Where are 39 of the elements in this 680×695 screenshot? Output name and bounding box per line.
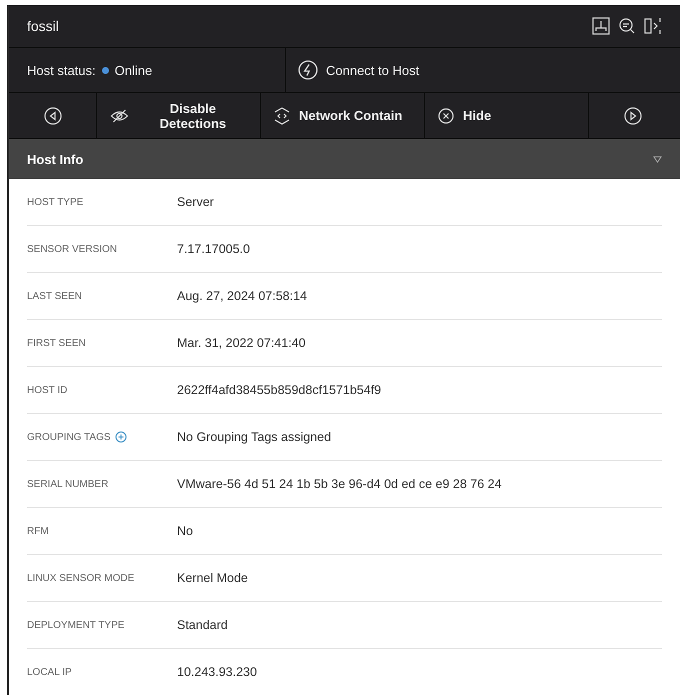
- field-label: LAST SEEN: [27, 290, 82, 302]
- field-label: SENSOR VERSION: [27, 244, 118, 254]
- tree-icon: [592, 17, 610, 35]
- hexagon-arrows-icon: [273, 106, 291, 124]
- field-label: HOST ID: [27, 384, 68, 396]
- field-label: RFM: [27, 526, 49, 536]
- close-circle-icon: [437, 106, 455, 124]
- section-header[interactable]: Host Info: [9, 139, 680, 179]
- field-value: 7.17.17005.0: [177, 242, 250, 256]
- panel-toggle-icon: [644, 17, 662, 35]
- field-value: VMware-56 4d 51 24 1b 5b 3e 96-d4 0d ed ce e9 28 76 24: [177, 477, 502, 491]
- action-button[interactable]: Disable Detections: [97, 93, 261, 138]
- field-value: Standard: [177, 618, 228, 632]
- field-label: FIRST SEEN: [27, 338, 86, 348]
- lightning-circle-icon: [298, 60, 318, 80]
- add-icon[interactable]: [114, 431, 127, 443]
- field-value: Kernel Mode: [177, 571, 248, 585]
- field-value: 10.243.93.230: [177, 665, 257, 679]
- field-label: GROUPING TAGS: [27, 432, 111, 442]
- field-value: No Grouping Tags assigned: [177, 430, 332, 444]
- previous-icon: [44, 106, 62, 124]
- field-label: HOST TYPE: [27, 196, 84, 208]
- field-value: Mar. 31, 2022 07:41:40: [177, 336, 306, 350]
- action-button[interactable]: Hide: [425, 93, 589, 138]
- status-value: Online: [114, 62, 152, 78]
- field-value: 2622ff4afd38455b859d8cf1571b54f9: [177, 383, 382, 397]
- field-value: Server: [177, 195, 214, 209]
- search-icon: [618, 17, 636, 35]
- field-value: No: [177, 524, 193, 538]
- field-value: Aug. 27, 2024 07:58:14: [177, 289, 307, 303]
- field-label: LINUX SENSOR MODE: [27, 572, 134, 584]
- action-button[interactable]: Network Contain: [261, 93, 425, 138]
- window-title: fossil: [27, 18, 59, 34]
- next-icon: [624, 106, 642, 124]
- field-label: DEPLOYMENT TYPE: [27, 620, 124, 630]
- field-label: LOCAL IP: [27, 666, 72, 678]
- status-label: Host status:: [27, 62, 96, 78]
- connect-button[interactable]: Connect to Host: [286, 48, 432, 92]
- field-label: SERIAL NUMBER: [27, 478, 108, 490]
